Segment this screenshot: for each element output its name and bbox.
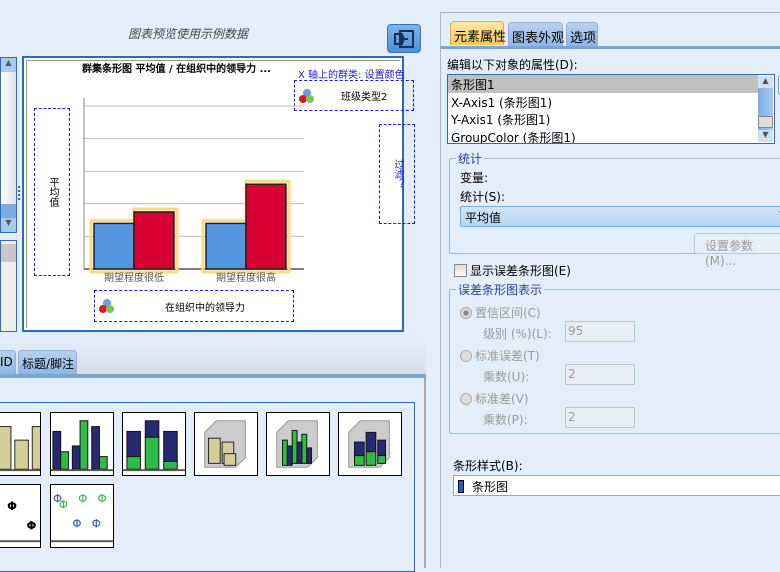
sd-multiplier-input[interactable]: 2 xyxy=(565,407,635,428)
gallery-thumbnail-clustered-bar[interactable] xyxy=(50,412,114,476)
level-label: 级别 (%)(L): xyxy=(483,327,552,341)
bar xyxy=(205,222,247,270)
svg-text:Φ: Φ xyxy=(26,519,36,533)
gallery-thumbnail-simple-bar[interactable] xyxy=(0,412,41,476)
standard-error-radio[interactable]: 标准误差(T) xyxy=(460,347,540,364)
chart-canvas[interactable]: 群集条形图 平均值 / 在组织中的领导力 ... X 轴上的群类: 设置颜色 班… xyxy=(22,56,415,332)
svg-text:Φ: Φ xyxy=(98,491,107,505)
preview-title: 图表预览使用示例数据 xyxy=(128,27,249,41)
error-bars-group-label: 误差条形图表示 xyxy=(456,281,545,298)
sd-multiplier-label: 乘数(P): xyxy=(483,413,528,427)
variable-group-icon xyxy=(99,299,114,313)
gallery-thumbnail-stacked-bar[interactable] xyxy=(122,412,186,476)
left-panel: ▲ ▼ 图表预览使用示例数据 群集条形图 平均值 / 在组织中的领导力 ... … xyxy=(0,0,440,572)
radio-icon xyxy=(460,350,472,362)
gallery-thumbnail-3d-clustered-bar[interactable] xyxy=(266,412,330,476)
show-error-bars-checkbox[interactable]: 显示误差条形图(E) xyxy=(454,262,571,279)
svg-text:Φ: Φ xyxy=(92,517,101,531)
statistic-select[interactable]: 平均值 ▼ xyxy=(460,206,780,227)
scroll-up-arrow-icon[interactable]: ▲ xyxy=(758,76,773,88)
gallery-thumbnail-3d-stacked-bar[interactable] xyxy=(338,412,402,476)
checkbox-box[interactable] xyxy=(454,264,467,277)
bar-style-select[interactable]: 条形图 xyxy=(453,475,780,496)
tab-titles-footnotes[interactable]: 标题/脚注 xyxy=(18,350,77,374)
collapse-arrow-icon xyxy=(394,29,414,48)
ci-label: 置信区间(C) xyxy=(475,306,541,320)
scroll-thumb[interactable] xyxy=(1,204,16,218)
x-axis-variable: 在组织中的领导力 xyxy=(165,303,245,314)
splitter-handle[interactable] xyxy=(18,186,21,200)
bar xyxy=(93,222,135,270)
tab-chart-appearance[interactable]: 图表外观 xyxy=(508,22,564,46)
tab-element-properties[interactable]: 元素属性 xyxy=(450,21,506,45)
radio-icon xyxy=(460,393,472,405)
object-list-scrollbar[interactable]: ▲ ▼ xyxy=(758,76,773,142)
error-bars-group: 误差条形图表示 置信区间(C) 级别 (%)(L): 95 标准误差(T) 乘数… xyxy=(449,281,780,434)
set-parameters-button[interactable]: 设置参数(M)... xyxy=(694,233,780,268)
scroll-down-arrow-icon[interactable]: ▼ xyxy=(1,218,16,232)
variable-label: 变量: xyxy=(460,171,489,185)
se-multiplier-input[interactable]: 2 xyxy=(565,364,635,385)
category-list[interactable] xyxy=(0,240,17,332)
variable-list[interactable]: ▲ ▼ xyxy=(0,57,17,233)
se-label: 标准误差(T) xyxy=(475,349,540,363)
radio-selected-icon xyxy=(460,307,472,319)
stacked-bar-chart-icon xyxy=(123,420,185,472)
variable-list-scrollbar[interactable]: ▲ ▼ xyxy=(1,58,16,232)
tab-divider xyxy=(441,46,780,49)
tab-id[interactable]: ID xyxy=(0,350,16,374)
tab-options[interactable]: 选项 xyxy=(566,22,598,46)
statistics-group: 统计 变量: 统计(S): 平均值 ▼ 设置参数(M)... xyxy=(449,150,780,268)
simple-bar-chart-icon xyxy=(0,426,40,472)
svg-text:Φ: Φ xyxy=(7,499,17,513)
gallery-thumbnail-error-bar[interactable]: ΦΦ xyxy=(0,484,41,548)
x-axis-drop-zone[interactable]: 在组织中的领导力 xyxy=(94,290,294,322)
object-list-item[interactable]: Y-Axis1 (条形图1) xyxy=(448,110,758,128)
3d-bar-chart-icon xyxy=(204,420,246,468)
svg-text:Φ: Φ xyxy=(78,491,87,505)
properties-panel: 元素属性 图表外观 选项 编辑以下对象的属性(D): 条形图1 X-Axis1 (… xyxy=(440,12,780,568)
show-error-bars-label: 显示误差条形图(E) xyxy=(470,264,571,278)
confidence-interval-radio[interactable]: 置信区间(C) xyxy=(460,304,541,321)
statistics-group-label: 统计 xyxy=(456,150,485,167)
3d-stacked-bar-chart-icon xyxy=(348,420,390,468)
object-list-item[interactable]: X-Axis1 (条形图1) xyxy=(448,93,758,111)
sd-label: 标准差(V) xyxy=(475,392,529,406)
statistic-value: 平均值 xyxy=(465,211,502,225)
3d-clustered-bar-chart-icon xyxy=(276,420,318,468)
gallery-thumbnail-clustered-error-bar[interactable]: ΦΦΦΦΦΦ xyxy=(50,484,114,548)
scroll-up-arrow-icon[interactable]: ▲ xyxy=(1,58,16,72)
object-list[interactable]: 条形图1 X-Axis1 (条形图1) Y-Axis1 (条形图1) GroupCol… xyxy=(447,74,775,144)
edit-label: 编辑以下对象的属性(D): xyxy=(447,58,578,72)
level-input[interactable]: 95 xyxy=(565,321,635,342)
x-tick-label: 期望程度很低 xyxy=(104,271,164,284)
clustered-error-bar-chart-icon: ΦΦ Φ ΦΦ Φ xyxy=(51,491,113,543)
tab-divider xyxy=(0,374,426,378)
svg-text:Φ: Φ xyxy=(59,497,68,511)
statistic-label: 统计(S): xyxy=(460,190,506,204)
bar xyxy=(245,183,287,270)
bar-style-icon xyxy=(458,480,464,493)
scroll-thumb[interactable] xyxy=(758,116,773,128)
gallery-thumbnail-3d-bar[interactable] xyxy=(194,412,258,476)
object-list-item[interactable]: 条形图1 xyxy=(448,75,758,93)
x-tick-label: 期望程度很高 xyxy=(216,271,276,284)
category-list-selected xyxy=(1,244,16,262)
bar xyxy=(133,211,175,270)
se-multiplier-label: 乘数(U): xyxy=(483,370,530,384)
bar-style-label: 条形样式(B): xyxy=(453,459,523,473)
clustered-bar-chart-icon xyxy=(51,420,113,472)
panel-border xyxy=(424,378,426,568)
error-bar-chart-icon: ΦΦ xyxy=(0,499,40,543)
collapse-panel-button[interactable] xyxy=(387,24,421,53)
standard-deviation-radio[interactable]: 标准差(V) xyxy=(460,390,529,407)
svg-text:Φ: Φ xyxy=(72,517,81,531)
bar-style-value: 条形图 xyxy=(472,480,509,494)
object-list-item[interactable]: GroupColor (条形图1) xyxy=(448,128,758,144)
scroll-down-arrow-icon[interactable]: ▼ xyxy=(758,130,773,142)
